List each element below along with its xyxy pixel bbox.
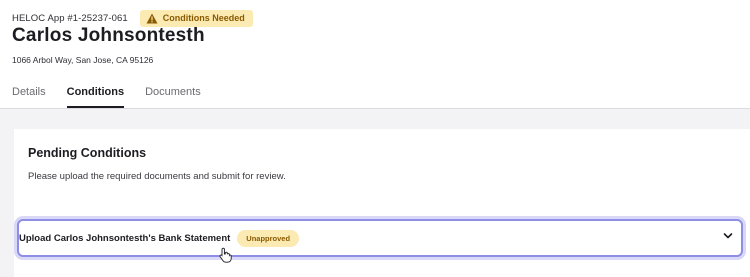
conditions-content: Pending Conditions Please upload the req… <box>0 109 750 277</box>
tab-bar: Details Conditions Documents <box>12 84 222 108</box>
status-badge: Unapproved <box>237 229 300 247</box>
conditions-needed-label: Conditions Needed <box>162 13 245 23</box>
pending-conditions-panel: Pending Conditions Please upload the req… <box>14 129 750 277</box>
warning-icon <box>146 13 158 23</box>
panel-title: Pending Conditions <box>28 146 147 160</box>
hand-cursor-icon <box>219 247 232 263</box>
conditions-needed-badge: Conditions Needed <box>139 9 253 27</box>
tab-conditions[interactable]: Conditions <box>66 84 125 108</box>
application-id: HELOC App #1-25237-061 <box>12 12 128 24</box>
panel-subtitle: Please upload the required documents and… <box>28 171 286 182</box>
customer-address: 1066 Arbol Way, San Jose, CA 95126 <box>12 55 154 65</box>
application-header: HELOC App #1-25237-061 Conditions Needed… <box>0 0 750 110</box>
condition-item-bank-statement[interactable]: Upload Carlos Johnsontesth's Bank Statem… <box>17 219 743 257</box>
tab-details[interactable]: Details <box>12 84 46 108</box>
status-badge-label: Unapproved <box>246 233 291 243</box>
tab-documents[interactable]: Documents <box>145 84 201 108</box>
condition-label: Upload Carlos Johnsontesth's Bank Statem… <box>19 232 231 244</box>
customer-name: Carlos Johnsontesth <box>12 25 205 46</box>
chevron-down-icon[interactable] <box>723 232 733 240</box>
